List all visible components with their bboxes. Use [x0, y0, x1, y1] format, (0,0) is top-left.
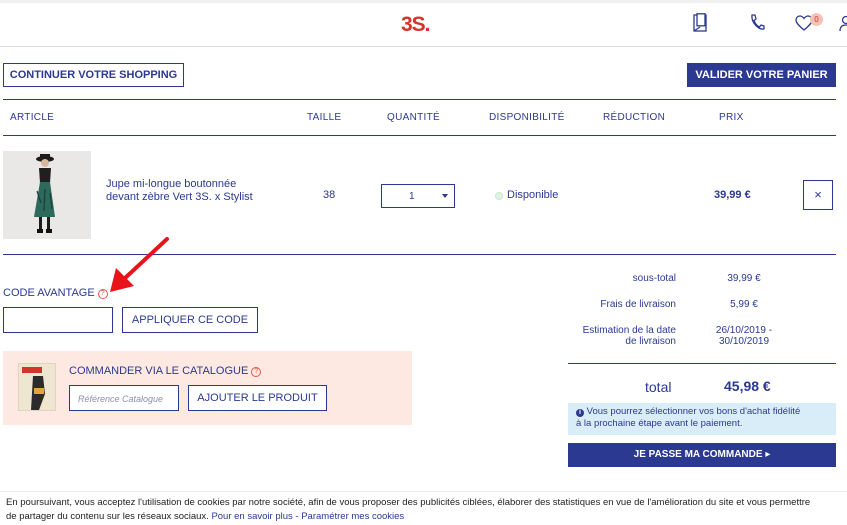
availability-status: Disponible — [507, 189, 559, 201]
column-header-size: TAILLE — [307, 112, 342, 123]
divider — [3, 135, 836, 136]
cookie-banner: En poursuivant, vous acceptez l'utilisat… — [0, 491, 847, 525]
delivery-estimate-value: 26/10/2019 - 30/10/2019 — [715, 325, 773, 347]
site-header: 3S. 0 — [0, 3, 847, 47]
delivery-estimate-label: Estimation de la date de livraison — [536, 325, 676, 347]
cookie-text: En poursuivant, vous acceptez l'utilisat… — [6, 497, 811, 508]
total-label: total — [645, 379, 672, 395]
remove-item-button[interactable]: × — [803, 180, 833, 210]
info-text: à la prochaine étape avant le paiement. — [576, 418, 743, 429]
column-header-availability: DISPONIBILITÉ — [489, 112, 565, 123]
cookie-text: de partager du contenu sur les réseaux s… — [6, 511, 212, 522]
user-icon[interactable] — [838, 13, 847, 33]
catalog-reference-input[interactable]: Référence Catalogue — [69, 385, 179, 411]
cookie-settings-link[interactable]: Paramétrer mes cookies — [301, 511, 404, 522]
availability-dot-icon — [495, 192, 503, 200]
loyalty-info-box: i Vous pourrez sélectionner vos bons d'a… — [568, 403, 836, 435]
column-header-discount: RÉDUCTION — [603, 112, 666, 123]
quantity-value: 1 — [409, 191, 415, 202]
checkout-button[interactable]: JE PASSE MA COMMANDE ▸ — [568, 443, 836, 467]
help-icon[interactable]: ? — [97, 289, 108, 299]
shipping-value: 5,99 € — [730, 299, 758, 310]
promo-code-input[interactable] — [3, 307, 113, 333]
help-icon[interactable]: ? — [251, 367, 262, 377]
continue-shopping-button[interactable]: CONTINUER VOTRE SHOPPING — [3, 63, 184, 87]
chevron-down-icon — [442, 194, 448, 198]
column-header-article: ARTICLE — [10, 112, 55, 123]
product-image[interactable] — [3, 151, 91, 239]
annotation-arrow-icon — [110, 237, 169, 292]
subtotal-value: 39,99 € — [727, 273, 761, 284]
quantity-select[interactable]: 1 — [381, 184, 455, 208]
product-name-line: devant zèbre Vert 3S. x Stylist — [106, 191, 253, 203]
catalog-cover-image — [18, 363, 56, 411]
divider — [3, 99, 836, 100]
logo[interactable]: 3S. — [401, 13, 431, 37]
catalog-book-icon[interactable] — [692, 13, 712, 33]
promo-code-label-text: CODE AVANTAGE — [3, 287, 95, 299]
column-header-price: PRIX — [719, 112, 744, 123]
apply-code-button[interactable]: APPLIQUER CE CODE — [122, 307, 258, 333]
info-text: Vous pourrez sélectionner vos bons d'ach… — [586, 406, 801, 417]
add-product-button[interactable]: AJOUTER LE PRODUIT — [188, 385, 327, 411]
product-name-line: Jupe mi-longue boutonnée — [106, 178, 237, 190]
catalog-title: COMMANDER VIA LE CATALOGUE? — [69, 365, 262, 377]
cookie-separator: - — [292, 511, 302, 522]
subtotal-label: sous-total — [632, 273, 676, 284]
phone-icon[interactable] — [748, 13, 768, 33]
catalog-title-text: COMMANDER VIA LE CATALOGUE — [69, 365, 249, 377]
product-price: 39,99 € — [714, 189, 751, 201]
info-icon: i — [576, 409, 584, 417]
delivery-label-line: Estimation de la date — [582, 325, 676, 336]
shipping-label: Frais de livraison — [600, 299, 676, 310]
promo-code-label: CODE AVANTAGE? — [3, 287, 108, 299]
divider — [568, 363, 836, 364]
catalog-order-panel: COMMANDER VIA LE CATALOGUE? Référence Ca… — [3, 351, 412, 425]
product-size: 38 — [323, 189, 336, 201]
total-value: 45,98 € — [724, 378, 771, 394]
cookie-learn-more-link[interactable]: Pour en savoir plus — [211, 511, 292, 522]
validate-cart-button[interactable]: VALIDER VOTRE PANIER — [687, 63, 836, 87]
column-header-quantity: QUANTITÉ — [387, 112, 440, 123]
wishlist-count-badge: 0 — [810, 13, 823, 26]
product-name[interactable]: Jupe mi-longue boutonnée devant zèbre Ve… — [106, 178, 276, 204]
delivery-label-line: de livraison — [625, 336, 676, 347]
